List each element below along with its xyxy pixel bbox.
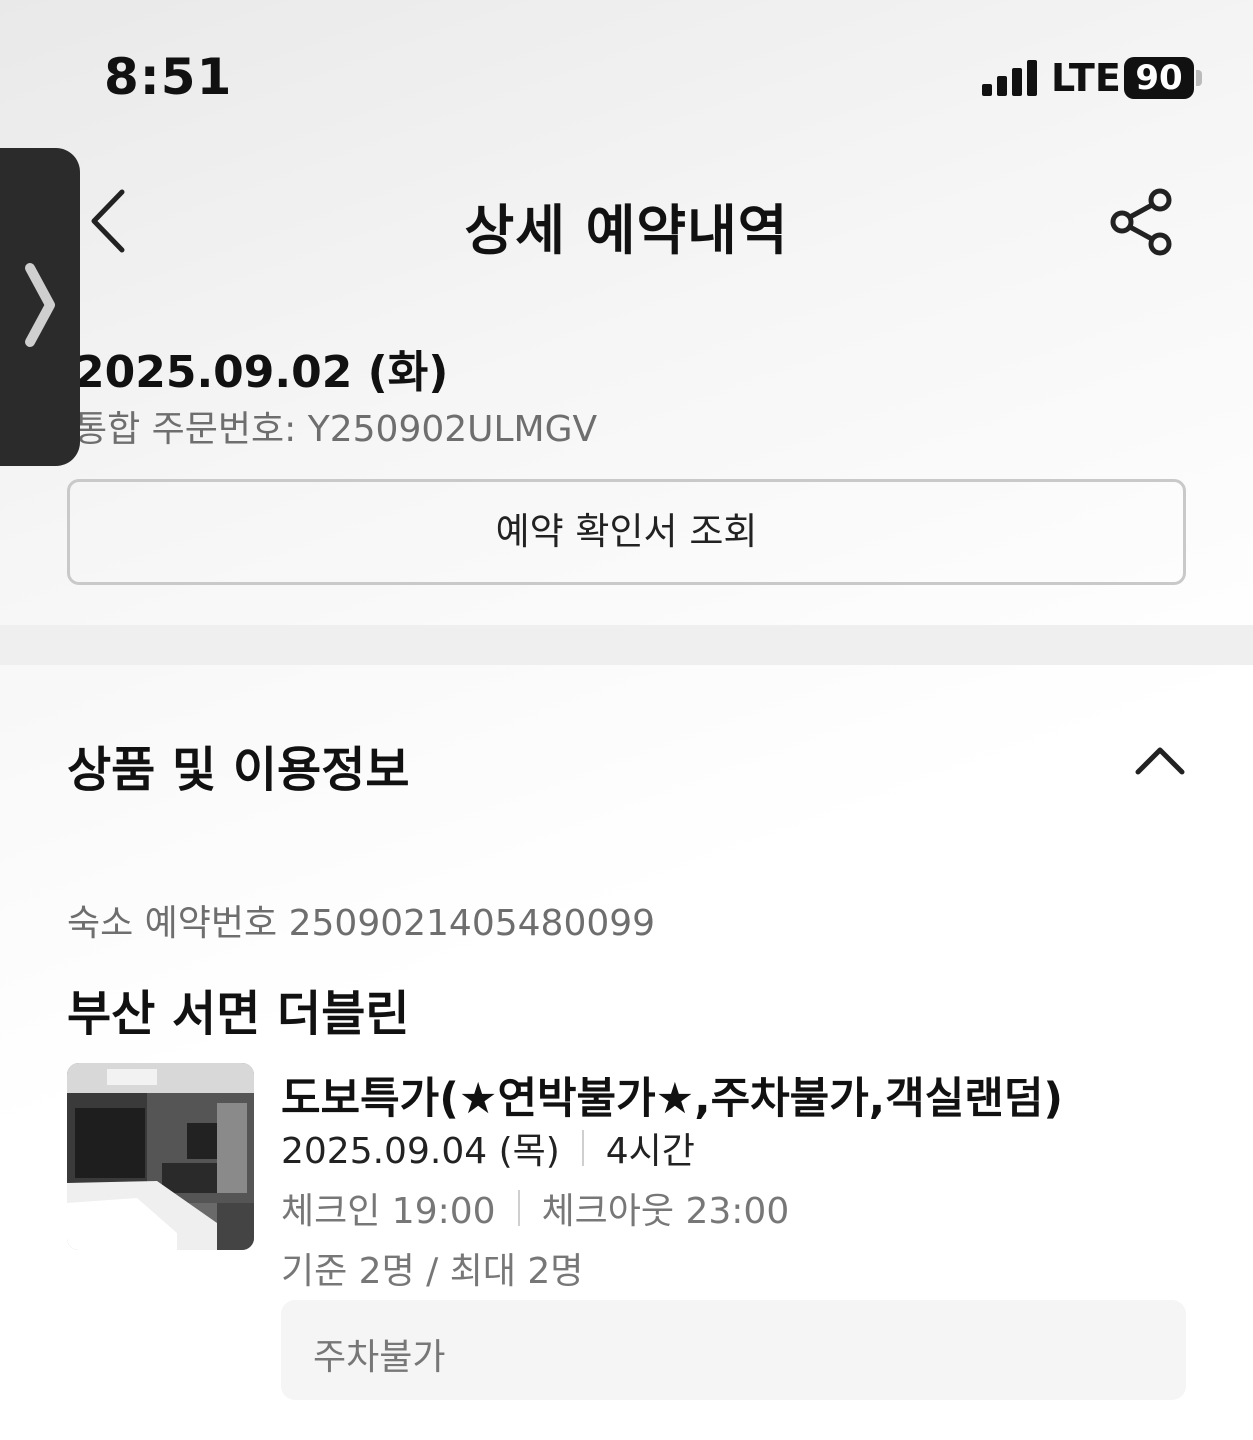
room-photo bbox=[67, 1063, 254, 1250]
network-type: LTE bbox=[1051, 56, 1121, 100]
section-collapse-button[interactable] bbox=[1132, 740, 1188, 780]
chevron-right-icon bbox=[25, 263, 55, 347]
side-panel-handle[interactable] bbox=[0, 148, 80, 466]
notice-box: 주차불가 bbox=[281, 1300, 1186, 1400]
check-in-time: 체크인 19:00 bbox=[281, 1191, 496, 1232]
use-date: 2025.09.04 (목) bbox=[281, 1131, 560, 1172]
page-title: 상세 예약내역 bbox=[464, 199, 789, 262]
section-divider bbox=[0, 625, 1253, 665]
stay-reservation-number: 숙소 예약번호 2509021405480099 bbox=[67, 903, 656, 944]
check-times-row: 체크인 19:00 체크아웃 23:00 bbox=[281, 1182, 789, 1234]
room-name: 도보특가(★연박불가★,주차불가,객실랜덤) bbox=[281, 1074, 1064, 1124]
share-button[interactable] bbox=[1108, 186, 1178, 258]
separator bbox=[581, 1130, 584, 1166]
stay-duration: 4시간 bbox=[605, 1131, 695, 1172]
use-date-row: 2025.09.04 (목) 4시간 bbox=[281, 1122, 695, 1174]
capacity: 기준 2명 / 최대 2명 bbox=[281, 1251, 584, 1292]
notice-text: 주차불가 bbox=[313, 1337, 446, 1378]
separator bbox=[517, 1190, 520, 1226]
status-time: 8:51 bbox=[104, 48, 233, 106]
reservation-detail-screen: 8:51 LTE 90 상세 예약내역 2025.09.02 (화) 통합 주문… bbox=[0, 0, 1253, 1440]
capacity-row: 기준 2명 / 최대 2명 bbox=[281, 1242, 583, 1294]
battery-cap bbox=[1196, 70, 1202, 86]
signal-icon bbox=[982, 58, 1040, 96]
share-icon bbox=[1110, 188, 1172, 256]
room-image[interactable] bbox=[67, 1063, 254, 1250]
section-title: 상품 및 이용정보 bbox=[67, 742, 410, 798]
chevron-up-icon bbox=[1135, 747, 1185, 775]
order-number: 통합 주문번호: Y250902ULMGV bbox=[74, 409, 598, 450]
hotel-name[interactable]: 부산 서면 더블린 bbox=[67, 974, 410, 1044]
order-date: 2025.09.02 (화) bbox=[74, 347, 449, 398]
battery-icon: 90 bbox=[1124, 57, 1194, 99]
check-out-time: 체크아웃 23:00 bbox=[541, 1191, 790, 1232]
view-confirmation-button[interactable]: 예약 확인서 조회 bbox=[67, 479, 1186, 585]
